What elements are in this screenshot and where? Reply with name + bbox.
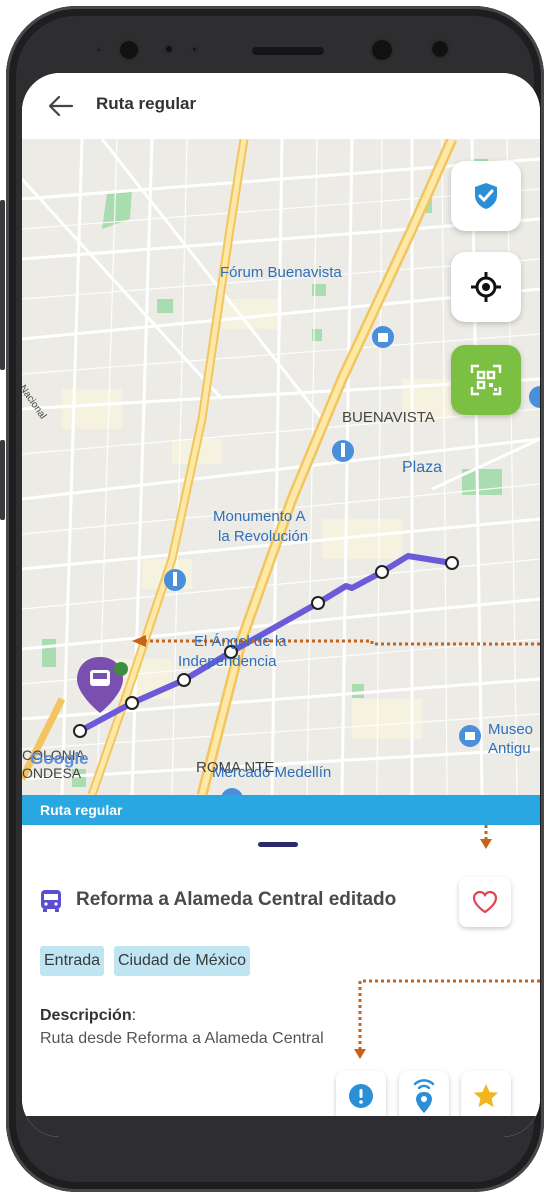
star-icon xyxy=(474,1084,498,1107)
map-label: El Ángel de la xyxy=(194,633,287,650)
front-camera xyxy=(118,39,140,61)
side-button xyxy=(0,440,5,520)
map-label: Mercado Medellín xyxy=(212,764,332,781)
route-map[interactable]: Fórum Buenavista BUENAVISTA Plaza Monume… xyxy=(22,139,540,795)
alert-icon xyxy=(349,1084,373,1108)
report-alert-button[interactable] xyxy=(336,1071,386,1121)
drag-handle[interactable] xyxy=(258,842,298,847)
qr-scan-button[interactable] xyxy=(451,345,521,415)
map-label: Monumento A xyxy=(213,508,306,525)
map-label: Plaza xyxy=(402,459,443,476)
map-label: BUENAVISTA xyxy=(342,409,435,426)
beacon-button[interactable] xyxy=(399,1071,449,1121)
locate-button[interactable] xyxy=(451,252,521,322)
description-text: Ruta desde Reforma a Alameda Central xyxy=(40,1030,324,1047)
page-title: Ruta regular xyxy=(96,94,197,113)
map-label: Museo xyxy=(488,721,534,738)
description-label: Descripción: xyxy=(40,1007,137,1024)
map-label: Fórum Buenavista xyxy=(220,264,342,281)
app-screen: Ruta regular Fórum Buenavista BUENAVISTA… xyxy=(22,73,540,1137)
sensor-dot xyxy=(96,47,102,53)
banner-label: Ruta regular xyxy=(40,802,123,818)
tag-city: Ciudad de México xyxy=(114,946,251,976)
favorite-button[interactable] xyxy=(459,877,511,927)
arrow-back-icon[interactable] xyxy=(46,91,76,121)
tag-entrada: Entrada xyxy=(40,946,105,976)
camera-lens xyxy=(430,39,450,59)
security-button[interactable] xyxy=(451,161,521,231)
rate-button[interactable] xyxy=(461,1071,511,1121)
qr-scan-icon xyxy=(470,364,502,396)
bus-icon xyxy=(40,889,62,913)
sensor-dot xyxy=(164,44,174,54)
map-label: Antigu xyxy=(488,740,531,757)
locate-icon xyxy=(471,272,501,302)
camera-lens xyxy=(370,38,394,62)
route-name: Reforma a Alameda Central editado xyxy=(76,889,397,910)
google-logo: Google xyxy=(30,749,89,768)
side-button xyxy=(0,200,5,370)
shield-check-icon xyxy=(475,183,497,209)
route-detail-sheet: Reforma a Alameda Central editado Entrad… xyxy=(22,825,540,1137)
map-label: la Revolución xyxy=(218,528,309,545)
speaker-grille xyxy=(252,47,324,55)
map-canvas xyxy=(22,139,540,795)
app-bar: Ruta regular xyxy=(22,73,540,139)
beacon-location-icon xyxy=(413,1079,435,1113)
route-type-banner: Ruta regular xyxy=(22,795,540,825)
sensor-dot xyxy=(191,46,198,53)
screen-bottom-bezel xyxy=(22,1116,540,1137)
heart-icon xyxy=(472,890,498,914)
map-label: Independencia xyxy=(178,653,277,670)
